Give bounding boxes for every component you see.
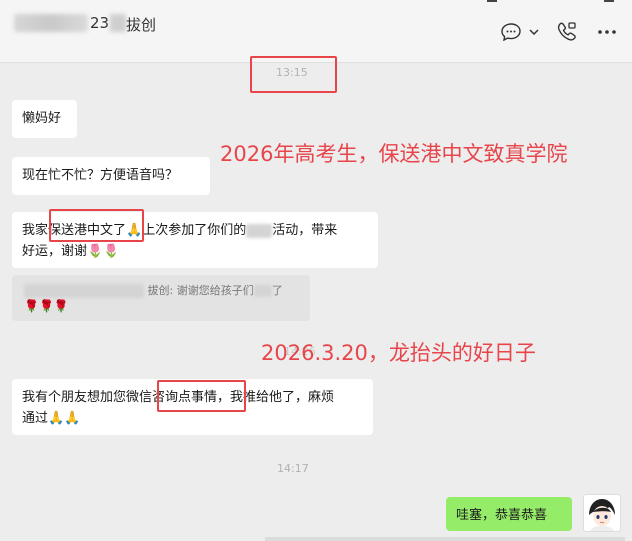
message-bubble[interactable]: 懒妈好 — [12, 100, 77, 138]
rose-emoji-icon: 🌹 — [24, 299, 39, 313]
quote-text: 了 — [271, 284, 283, 297]
flower-emoji-icon: 🌷 — [103, 244, 120, 259]
highlight-box — [250, 56, 337, 93]
annotation-text: 2026.3.20，龙抬头的好日子 — [261, 341, 536, 365]
message-text: 好运，谢谢 — [22, 244, 88, 259]
quote-sender-text: 拔创: 谢谢您给孩子们 — [147, 284, 254, 297]
chevron-down-icon[interactable] — [527, 23, 541, 41]
annotation-text: 2026年高考生，保送港中文致真学院 — [220, 142, 568, 166]
redacted-title-part — [110, 14, 126, 32]
chat-title-number: 23 — [90, 14, 110, 32]
message-text: 现在忙不忙？方便语音吗？ — [22, 168, 179, 183]
timestamp: 14:17 — [277, 462, 309, 475]
message-bubble[interactable]: 现在忙不忙？方便语音吗？ — [12, 157, 210, 195]
redacted-text — [246, 223, 273, 238]
avatar[interactable] — [583, 494, 621, 532]
message-text: 通过 — [22, 411, 49, 426]
video-call-icon[interactable] — [555, 20, 579, 44]
redacted-title — [14, 14, 88, 32]
message-text: 上次参加了你们的 — [142, 223, 247, 238]
highlight-box — [157, 380, 246, 412]
message-text: 懒妈好 — [22, 111, 62, 126]
message-text: 我家 — [22, 223, 49, 238]
chat-title-name: 拔创 — [126, 16, 157, 34]
message-bubble-sent[interactable]: 哇塞，恭喜恭喜 — [446, 497, 572, 531]
rose-emoji-icon: 🌹 — [38, 299, 54, 313]
message-text: 我有个朋友想加您微信 — [22, 390, 153, 405]
quoted-message[interactable]: 拔创: 谢谢您给孩子们了 🌹🌹🌹 — [12, 275, 310, 321]
message-text: 活动，带来 — [272, 223, 338, 238]
chat-header: 23 拔创 — [0, 0, 632, 63]
more-icon[interactable] — [596, 22, 618, 42]
scroll-edge — [265, 537, 625, 541]
highlight-box — [49, 209, 144, 242]
message-text: 哇塞，恭喜恭喜 — [456, 508, 548, 523]
flower-emoji-icon: 🌷 — [87, 244, 104, 259]
window-minimize-icon[interactable] — [487, 0, 497, 2]
redacted-text — [253, 285, 272, 297]
chat-bubble-icon[interactable] — [500, 21, 522, 43]
pray-emoji-icon: 🙏 — [48, 411, 65, 426]
window-close-icon[interactable] — [604, 0, 614, 2]
rose-emoji-icon: 🌹 — [53, 299, 69, 313]
redacted-text — [24, 284, 144, 298]
pray-emoji-icon: 🙏 — [64, 411, 81, 426]
